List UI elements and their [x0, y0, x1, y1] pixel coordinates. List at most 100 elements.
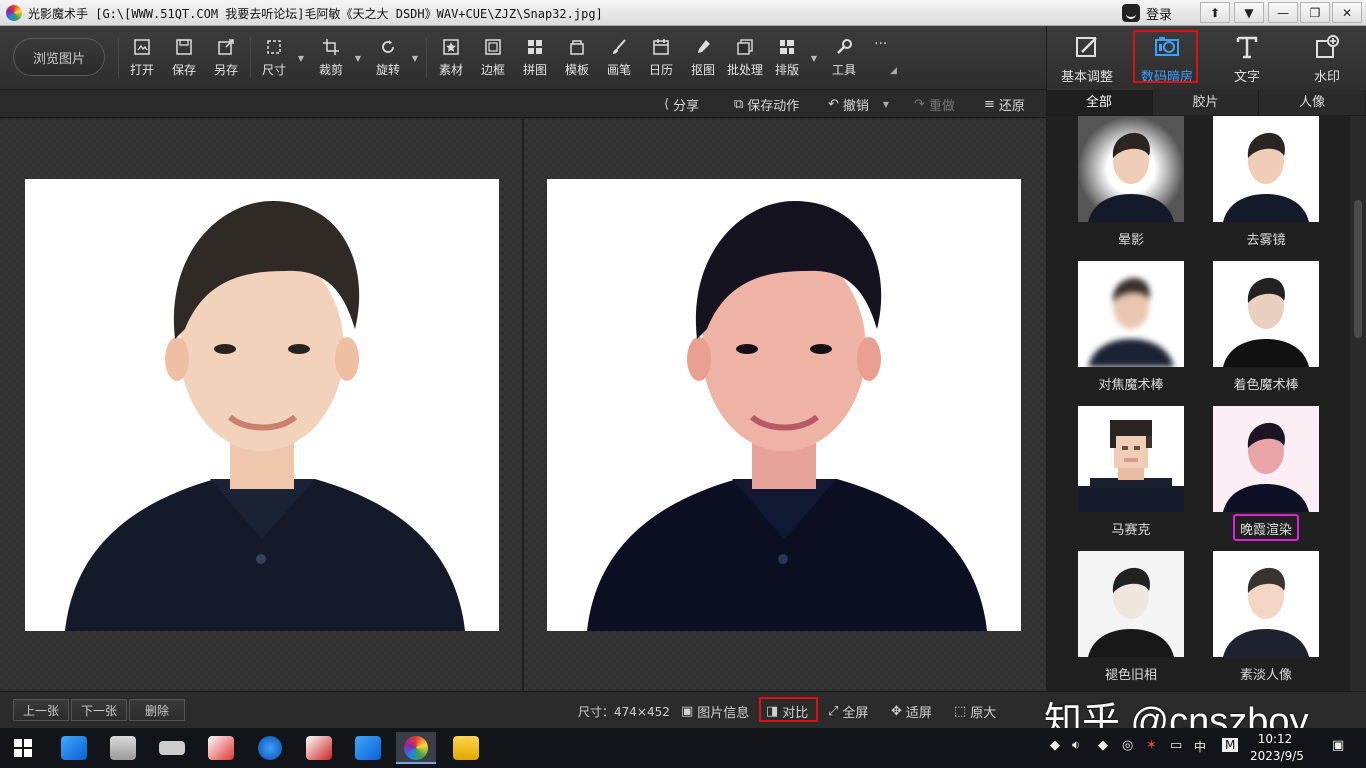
cutout-button[interactable]: 抠图 [683, 38, 723, 82]
chevron-down-icon[interactable]: ▼ [412, 54, 418, 63]
mode-basic-adjust[interactable]: 基本调整 [1047, 26, 1127, 90]
skin-button[interactable]: ⬆ [1200, 2, 1230, 23]
chevron-down-icon[interactable]: ▼ [883, 100, 889, 109]
frame-button[interactable]: 边框 [473, 38, 513, 82]
fullscreen-button[interactable]: ⤢ 全屏 [828, 702, 869, 721]
tool-label-brush: 画笔 [606, 63, 631, 77]
portrait-image-processed [547, 179, 1021, 631]
taskbar-app-cards-2[interactable] [299, 732, 339, 764]
save-action-label: 保存动作 [747, 98, 800, 114]
processed-photo [547, 179, 1021, 631]
image-canvas[interactable] [0, 119, 1046, 691]
chevron-down-icon[interactable]: ▼ [298, 54, 304, 63]
taskbar-app-globe[interactable] [250, 732, 290, 764]
effect-thumb-color-wand[interactable] [1213, 261, 1319, 367]
effect-thumb-focus-wand[interactable] [1078, 261, 1184, 367]
browse-images-button[interactable]: 浏览图片 [13, 38, 105, 76]
taskbar-app-feather[interactable] [54, 732, 94, 764]
material-button[interactable]: 素材 [431, 38, 471, 82]
template-button[interactable]: 模板 [557, 38, 597, 82]
rotate-button[interactable]: 旋转 ▼ [368, 38, 418, 82]
resize-button[interactable]: 尺寸 ▼ [254, 38, 304, 82]
tab-all[interactable]: 全部 [1046, 90, 1153, 115]
notification-icon[interactable]: ▣ [1332, 738, 1344, 753]
minimize-button[interactable]: — [1268, 2, 1298, 23]
user-face-icon [1122, 4, 1140, 22]
taskbar-app-explorer[interactable] [446, 732, 486, 764]
effect-thumb-faded-old-photo[interactable] [1078, 551, 1184, 657]
taskbar-app-keyboard[interactable] [152, 732, 192, 764]
maximize-button[interactable]: ❐ [1300, 2, 1330, 23]
globe-icon [258, 736, 282, 760]
windows-start-icon[interactable] [14, 739, 32, 757]
fullscreen-label: 全屏 [842, 705, 869, 721]
image-info-button[interactable]: ▣ 图片信息 [681, 702, 749, 721]
tray-feather-icon[interactable]: ◆ [1050, 738, 1060, 753]
undo-button[interactable]: ↶ 撤销 ▼ [828, 95, 889, 114]
brush-button[interactable]: 画笔 [599, 38, 639, 82]
restore-button[interactable]: ≡ 还原 [984, 95, 1025, 114]
menu-dropdown-button[interactable]: ▼ [1234, 2, 1264, 23]
tray-network-alert-icon[interactable]: ✶ [1146, 738, 1157, 753]
redo-button[interactable]: ↷ 重做 [914, 95, 955, 114]
tab-portrait[interactable]: 人像 [1259, 90, 1366, 115]
save-button[interactable]: 保存 [164, 38, 204, 82]
effect-thumb-vignette[interactable] [1078, 116, 1184, 222]
effect-thumb-plain-portrait[interactable] [1213, 551, 1319, 657]
effect-thumb-sunset-render[interactable] [1213, 406, 1319, 512]
expand-corner-icon[interactable]: ◢ [890, 66, 897, 76]
tray-globe-icon[interactable]: ◎ [1122, 738, 1133, 753]
system-clock[interactable]: 10:12 2023/9/5 [1250, 731, 1304, 765]
chevron-down-icon[interactable]: ▼ [811, 54, 817, 63]
effect-label: 马赛克 [1111, 523, 1151, 538]
toolbar-divider [426, 38, 427, 78]
taskbar-app-cards[interactable] [201, 732, 241, 764]
effect-label: 着色魔术棒 [1233, 378, 1299, 393]
watermark-icon [1316, 35, 1339, 58]
tray-ime-icon[interactable]: 中 [1194, 738, 1206, 755]
save-as-button[interactable]: 另存 [206, 38, 246, 82]
collage-button[interactable]: 拼图 [515, 38, 555, 82]
taskbar-app-photo-magic[interactable] [396, 732, 436, 764]
layout-button[interactable]: 排版 ▼ [767, 38, 817, 82]
tools-button[interactable]: 工具 [824, 38, 864, 82]
crop-button[interactable]: 裁剪 ▼ [311, 38, 361, 82]
more-tools-button[interactable]: ··· [874, 36, 887, 52]
effects-scrollbar[interactable] [1350, 116, 1366, 691]
batch-button[interactable]: 批处理 [725, 38, 765, 82]
feather-app-icon [61, 736, 87, 760]
save-action-button[interactable]: ⧉ 保存动作 [734, 95, 800, 114]
effect-thumb-mosaic[interactable] [1078, 406, 1184, 512]
effect-thumb-dehaze[interactable] [1213, 116, 1319, 222]
tool-label-open: 打开 [129, 63, 154, 77]
login-label: 登录 [1146, 7, 1173, 23]
network-icon[interactable]: ▭ [1170, 738, 1182, 753]
calendar-button[interactable]: 日历 [641, 38, 681, 82]
share-button[interactable]: ⟨ 分享 [664, 95, 699, 114]
basic-adjust-icon [1076, 37, 1097, 57]
open-button[interactable]: 打开 [122, 38, 162, 82]
close-button[interactable]: ✕ [1332, 2, 1362, 23]
fit-screen-button[interactable]: ✥ 适屏 [891, 702, 932, 721]
chevron-down-icon[interactable]: ▼ [355, 54, 361, 63]
prev-image-button[interactable]: 上一张 [13, 699, 69, 721]
tool-label-rotate: 旋转 [375, 63, 400, 77]
mode-watermark[interactable]: 水印 [1287, 26, 1366, 90]
volume-icon[interactable]: 🔉︎ [1072, 738, 1080, 753]
login-button[interactable]: 登录 [1122, 3, 1172, 23]
tray-app-icon[interactable]: ◆ [1098, 738, 1108, 753]
resize-icon [265, 38, 283, 56]
tool-label-template: 模板 [564, 63, 589, 77]
delete-button[interactable]: 删除 [129, 699, 185, 721]
taskbar-app-calculator[interactable] [103, 732, 143, 764]
taskbar-app-feather-2[interactable] [348, 732, 388, 764]
mode-text[interactable]: 文字 [1207, 26, 1287, 90]
ime-mode-icon[interactable]: M [1222, 738, 1239, 752]
next-image-button[interactable]: 下一张 [71, 699, 127, 721]
tab-film[interactable]: 胶片 [1153, 90, 1260, 115]
save-as-icon [217, 38, 235, 56]
rotate-icon [379, 38, 397, 56]
original-size-button[interactable]: ⬚ 原大 [954, 702, 996, 721]
tool-label-save: 保存 [171, 63, 196, 77]
scrollbar-thumb[interactable] [1354, 200, 1362, 338]
